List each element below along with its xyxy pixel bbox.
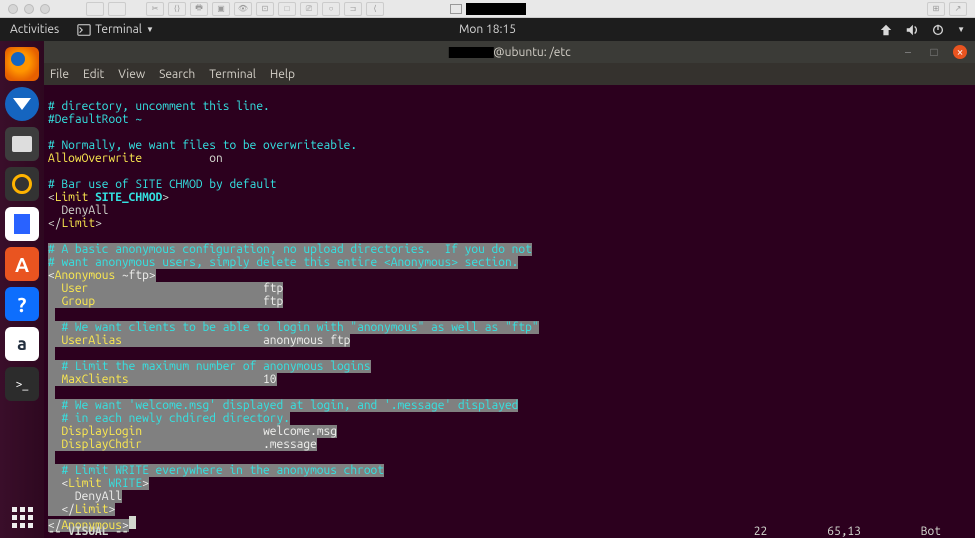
mac-close-dot[interactable] [8,4,18,14]
vim-status-line: -- VISUAL -- 22 65,13 Bot [44,525,975,538]
activities-button[interactable]: Activities [10,23,59,36]
dock-terminal[interactable]: >_ [5,367,39,401]
redacted-user [448,47,493,58]
code-line-selected [48,308,55,321]
code-line: DenyAll [48,204,108,217]
toolbar-button[interactable]: ✂ [146,2,164,16]
system-tray[interactable]: ▼ [879,23,965,37]
terminal-icon [77,23,91,37]
menu-terminal[interactable]: Terminal [209,68,256,81]
code-line-selected: DenyAll [48,490,122,503]
power-icon [931,23,945,37]
code-line-selected [48,451,55,464]
close-button[interactable]: × [953,45,967,59]
toolbar-button[interactable]: ↗ [949,2,967,16]
code-line: #DefaultRoot ~ [48,113,142,126]
toolbar-button[interactable]: ⟨ [366,2,384,16]
code-line: AllowOverwrite on [48,152,223,165]
show-applications[interactable] [12,507,33,528]
toolbar-button[interactable]: ⎚ [300,2,318,16]
code-line-selected: User ftp [48,282,283,295]
toolbar-button[interactable]: ⊡ [256,2,274,16]
toolbar-button[interactable] [108,2,126,16]
vim-cursor-pos: 65,13 [827,525,861,538]
code-line-selected: # want anonymous users, simply delete th… [48,256,518,269]
editor-viewport[interactable]: # directory, uncomment this line. #Defau… [44,85,975,538]
code-line: </Limit> [48,217,102,230]
mac-max-dot[interactable] [40,4,50,14]
code-line-selected [48,386,55,399]
toolbar-button[interactable]: ▣ [212,2,230,16]
dock-rhythmbox[interactable] [5,167,39,201]
code-line: <Limit SITE_CHMOD> [48,191,169,204]
code-line-selected: </Limit> [48,503,115,516]
code-line-selected: # We want clients to be able to login wi… [48,321,539,334]
code-line-selected: <Anonymous ~ftp> [48,269,156,282]
toolbar-button[interactable]: ⟨⟩ [168,2,186,16]
menu-view[interactable]: View [118,68,145,81]
code-line-selected: # Limit the maximum number of anonymous … [48,360,371,373]
toolbar-button[interactable] [86,2,104,16]
app-indicator-terminal[interactable]: Terminal ▼ [77,23,154,37]
menu-edit[interactable]: Edit [83,68,104,81]
code-line: # Bar use of SITE CHMOD by default [48,178,276,191]
vim-scroll-pos: Bot [921,525,941,538]
code-line-selected: Group ftp [48,295,283,308]
menu-file[interactable]: File [50,68,69,81]
vim-line-count: 22 [754,525,767,538]
code-line-selected: DisplayLogin welcome.msg [48,425,337,438]
url-lock-icon [450,4,462,14]
code-line-selected: UserAlias anonymous ftp [48,334,350,347]
host-window-chrome: ✂ ⟨⟩ 🖶 ▣ 👁 ⊡ □ ⎚ ○ ⊐ ⟨ ⊞ ↗ [0,0,975,18]
code-line-selected: # Limit WRITE everywhere in the anonymou… [48,464,384,477]
url-redacted [466,3,526,15]
dock-files[interactable] [5,127,39,161]
code-line-selected: # We want 'welcome.msg' displayed at log… [48,399,518,412]
dock-ubuntu-software[interactable]: A [5,247,39,281]
app-indicator-label: Terminal [95,23,142,36]
code-line-selected: DisplayChdir .message [48,438,317,451]
dock: A ? a >_ [0,41,44,538]
gnome-top-bar: Activities Terminal ▼ Mon 18:15 ▼ [0,18,975,41]
toolbar-button[interactable]: 👁 [234,2,252,16]
window-title: @ubuntu: /etc [448,46,570,59]
chevron-down-icon: ▼ [957,25,965,34]
chevron-down-icon: ▼ [146,25,154,34]
window-title-bar[interactable]: @ubuntu: /etc – □ × [44,41,975,63]
volume-icon [905,23,919,37]
code-line-selected [48,347,55,360]
code-line-selected: # in each newly chdired directory. [48,412,290,425]
maximize-button[interactable]: □ [927,45,941,59]
dock-amazon[interactable]: a [5,327,39,361]
menu-search[interactable]: Search [159,68,195,81]
dock-thunderbird[interactable] [5,87,39,121]
terminal-window: @ubuntu: /etc – □ × File Edit View Searc… [44,41,975,538]
toolbar-button[interactable]: ⊞ [927,2,945,16]
minimize-button[interactable]: – [901,45,915,59]
toolbar-button[interactable]: ○ [322,2,340,16]
code-line-selected: MaxClients 10 [48,373,277,386]
code-line: # Normally, we want files to be overwrit… [48,139,357,152]
code-line-selected: # A basic anonymous configuration, no up… [48,243,532,256]
network-icon [879,23,893,37]
clock[interactable]: Mon 18:15 [459,23,516,36]
menu-bar: File Edit View Search Terminal Help [44,63,975,85]
dock-libreoffice-writer[interactable] [5,207,39,241]
code-line-selected: <Limit WRITE> [48,477,149,490]
toolbar-button[interactable]: 🖶 [190,2,208,16]
toolbar-button[interactable]: ⊐ [344,2,362,16]
code-line: # directory, uncomment this line. [48,100,270,113]
toolbar-button[interactable]: □ [278,2,296,16]
dock-help[interactable]: ? [5,287,39,321]
dock-firefox[interactable] [5,47,39,81]
menu-help[interactable]: Help [270,68,295,81]
mac-min-dot[interactable] [24,4,34,14]
vim-mode: -- VISUAL -- [48,525,129,538]
